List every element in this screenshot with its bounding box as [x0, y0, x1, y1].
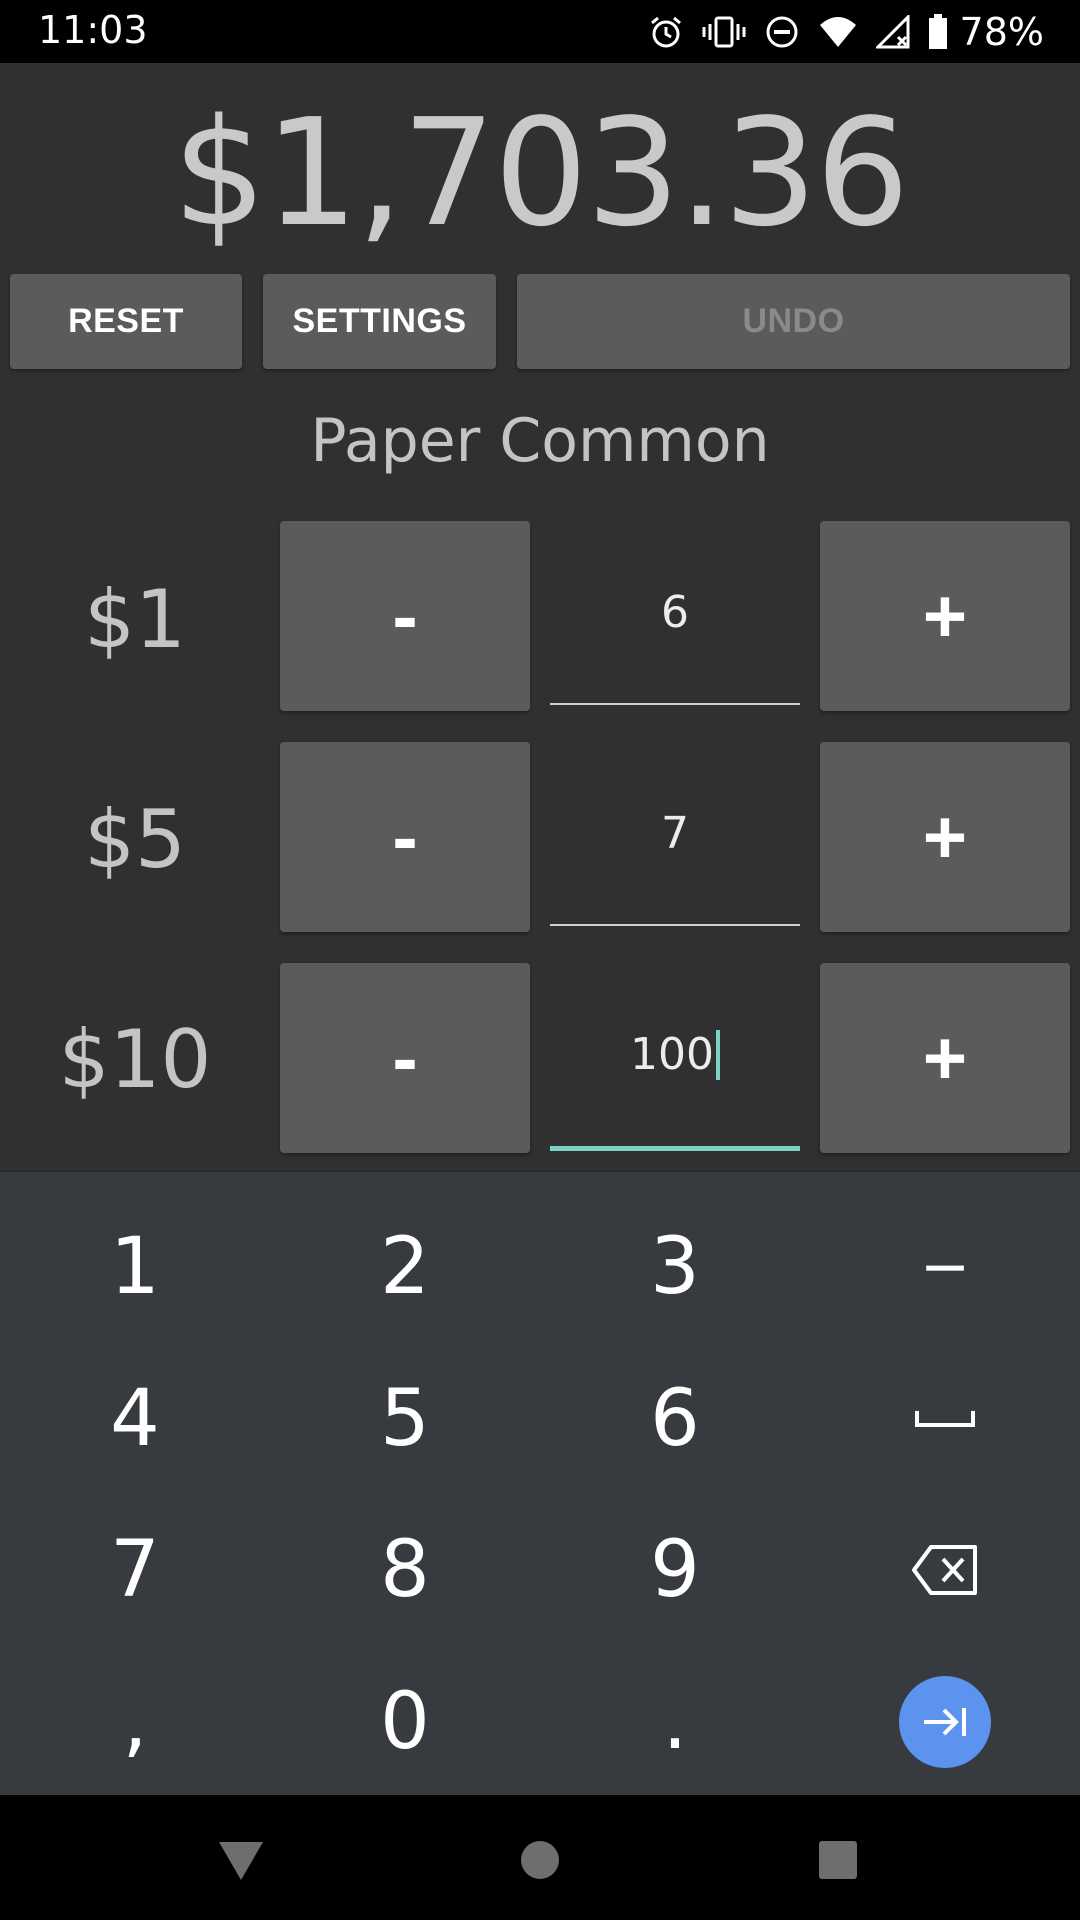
key-4[interactable]: 4: [0, 1344, 270, 1494]
wifi-icon: [818, 15, 858, 49]
cell-signal-icon: [875, 15, 910, 49]
increment-button[interactable]: +: [820, 963, 1070, 1153]
recents-icon: [819, 1841, 857, 1879]
key-6[interactable]: 6: [540, 1344, 810, 1494]
counter-app: $1,703.36 RESET SETTINGS UNDO Paper Comm…: [0, 63, 1080, 1170]
quantity-field-active[interactable]: 100: [550, 963, 800, 1151]
battery-icon: [928, 14, 948, 50]
vibrate-icon: [702, 14, 746, 50]
home-icon: [521, 1841, 559, 1879]
key-2[interactable]: 2: [270, 1192, 540, 1342]
denomination-label: $10: [58, 1013, 212, 1106]
denomination-label: $5: [84, 793, 186, 886]
decrement-button[interactable]: -: [280, 521, 530, 711]
reset-button[interactable]: RESET: [10, 274, 242, 369]
key-0[interactable]: 0: [270, 1647, 540, 1797]
backspace-icon: [912, 1545, 977, 1595]
key-1[interactable]: 1: [0, 1192, 270, 1342]
quantity-value: 100: [630, 1029, 714, 1080]
decrement-button[interactable]: -: [280, 742, 530, 932]
key-8[interactable]: 8: [270, 1495, 540, 1645]
quantity-field[interactable]: 6: [550, 521, 800, 705]
do-not-disturb-icon: [764, 14, 800, 50]
key-space[interactable]: [810, 1344, 1080, 1494]
next-button[interactable]: [899, 1676, 991, 1768]
key-7[interactable]: 7: [0, 1495, 270, 1645]
status-time: 11:03: [38, 8, 148, 52]
alarm-icon: [648, 14, 684, 50]
tab-next-icon: [924, 1708, 966, 1736]
key-period[interactable]: .: [540, 1647, 810, 1797]
navigation-bar: [0, 1795, 1080, 1920]
key-minus[interactable]: −: [810, 1192, 1080, 1342]
space-icon: [915, 1411, 975, 1427]
undo-button[interactable]: UNDO: [517, 274, 1070, 369]
screen: 11:03 78% $1,703.36 RESET SETTINGS UNDO …: [0, 0, 1080, 1920]
key-9[interactable]: 9: [540, 1495, 810, 1645]
decrement-button[interactable]: -: [280, 963, 530, 1153]
battery-percent: 78%: [959, 10, 1044, 54]
home-button[interactable]: [495, 1815, 585, 1905]
key-3[interactable]: 3: [540, 1192, 810, 1342]
denomination-label: $1: [84, 573, 186, 666]
increment-button[interactable]: +: [820, 742, 1070, 932]
text-caret: [715, 1029, 720, 1080]
quantity-field[interactable]: 7: [550, 742, 800, 926]
key-5[interactable]: 5: [270, 1344, 540, 1494]
section-title: Paper Common: [310, 406, 770, 476]
key-next[interactable]: [810, 1647, 1080, 1797]
status-bar: 11:03 78%: [0, 0, 1080, 63]
key-backspace[interactable]: [810, 1495, 1080, 1645]
numeric-keyboard: 1 2 3 − 4 5 6 7 8 9 , 0 .: [0, 1170, 1080, 1797]
key-comma[interactable]: ,: [0, 1647, 270, 1797]
back-button[interactable]: [196, 1815, 286, 1905]
increment-button[interactable]: +: [820, 521, 1070, 711]
total-amount: $1,703.36: [172, 87, 909, 259]
status-icons: 78%: [648, 10, 1044, 54]
settings-button[interactable]: SETTINGS: [263, 274, 496, 369]
recents-button[interactable]: [793, 1815, 883, 1905]
back-icon: [219, 1842, 263, 1880]
